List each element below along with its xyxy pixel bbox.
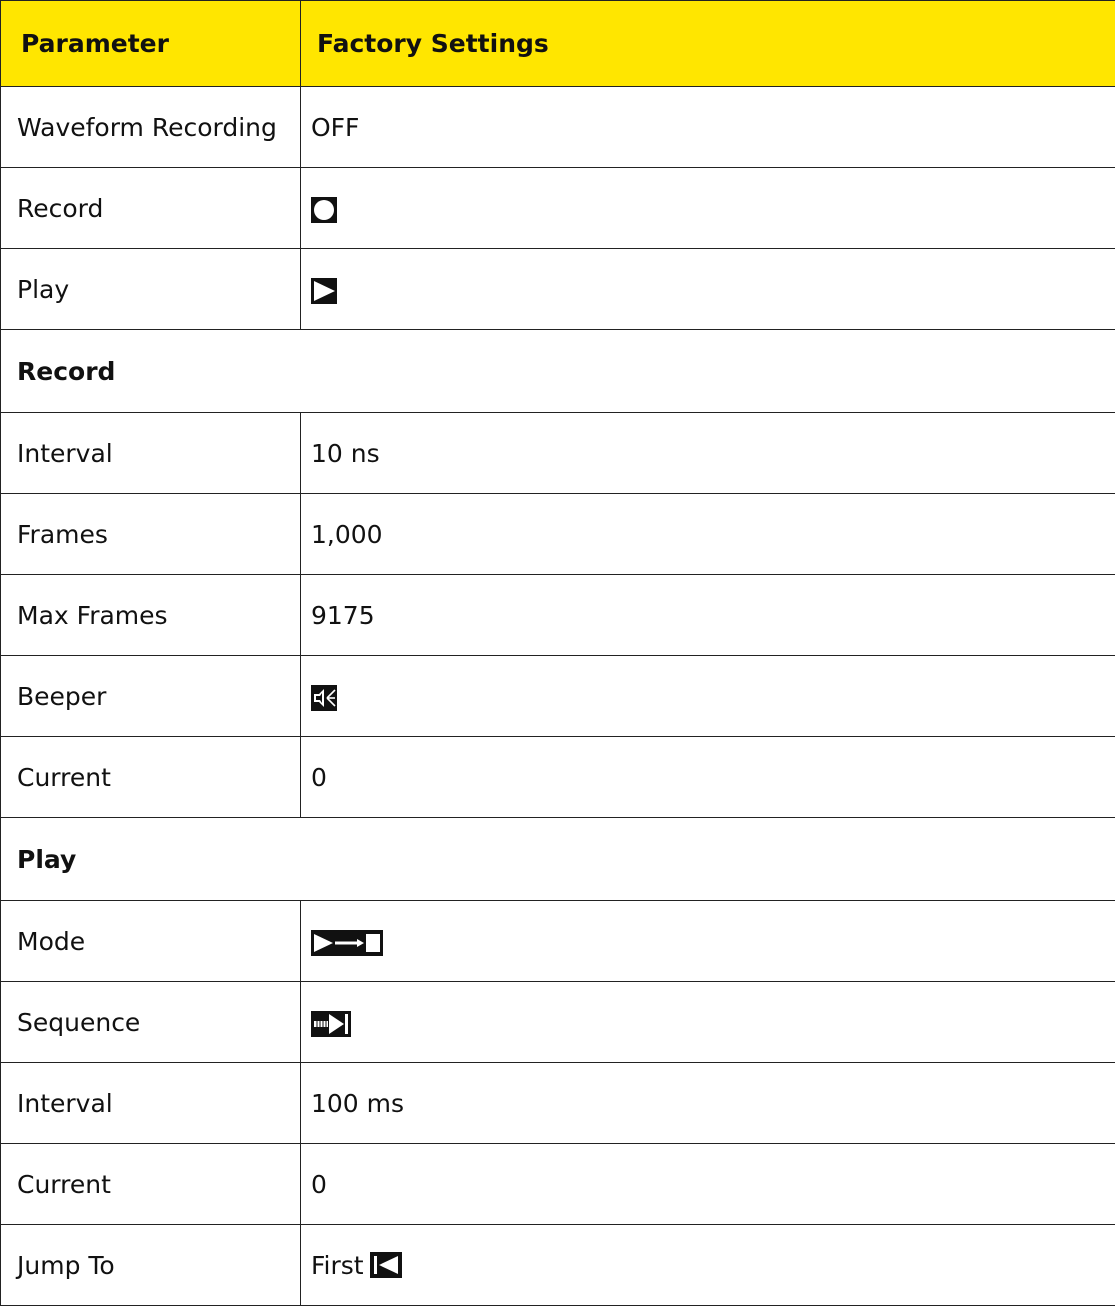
param-value: 1,000 (301, 494, 1115, 575)
param-label: Play (1, 249, 301, 330)
param-label: Beeper (1, 656, 301, 737)
param-label: Mode (1, 901, 301, 982)
table-row: Max Frames 9175 (1, 575, 1115, 656)
jump-first-icon (370, 1252, 402, 1278)
param-value: 100 ms (301, 1063, 1115, 1144)
param-value: 9175 (301, 575, 1115, 656)
table-row: Record (1, 168, 1115, 249)
jump-to-value: First (311, 1251, 364, 1280)
param-label: Waveform Recording (1, 87, 301, 168)
table-row: Sequence (1, 982, 1115, 1063)
param-label: Sequence (1, 982, 301, 1063)
section-row-record: Record (1, 330, 1115, 413)
table-row: Frames 1,000 (1, 494, 1115, 575)
param-value (301, 656, 1115, 737)
header-factory-settings: Factory Settings (301, 1, 1115, 87)
table-row: Current 0 (1, 1144, 1115, 1225)
table-row: Waveform Recording OFF (1, 87, 1115, 168)
param-label: Interval (1, 1063, 301, 1144)
speaker-mute-icon (311, 685, 337, 711)
table-row: Current 0 (1, 737, 1115, 818)
play-triangle-icon (311, 278, 337, 304)
param-label: Current (1, 1144, 301, 1225)
param-label: Record (1, 168, 301, 249)
param-value: First (301, 1225, 1115, 1306)
section-title: Play (1, 818, 1115, 901)
param-value (301, 168, 1115, 249)
play-once-mode-icon (311, 930, 383, 956)
table-row: Mode (1, 901, 1115, 982)
param-label: Frames (1, 494, 301, 575)
param-value (301, 901, 1115, 982)
table-row: Jump To First (1, 1225, 1115, 1306)
param-value: 0 (301, 737, 1115, 818)
section-row-play: Play (1, 818, 1115, 901)
param-label: Jump To (1, 1225, 301, 1306)
factory-settings-table: Parameter Factory Settings Waveform Reco… (0, 0, 1115, 1306)
param-label: Current (1, 737, 301, 818)
param-label: Max Frames (1, 575, 301, 656)
sequence-forward-icon (311, 1011, 351, 1037)
param-value: 10 ns (301, 413, 1115, 494)
param-label: Interval (1, 413, 301, 494)
table-row: Play (1, 249, 1115, 330)
table-header-row: Parameter Factory Settings (1, 1, 1115, 87)
section-title: Record (1, 330, 1115, 413)
header-parameter: Parameter (1, 1, 301, 87)
param-value (301, 249, 1115, 330)
param-value: OFF (301, 87, 1115, 168)
param-value (301, 982, 1115, 1063)
table-row: Interval 10 ns (1, 413, 1115, 494)
record-circle-icon (311, 197, 337, 223)
table-row: Interval 100 ms (1, 1063, 1115, 1144)
param-value: 0 (301, 1144, 1115, 1225)
table-row: Beeper (1, 656, 1115, 737)
